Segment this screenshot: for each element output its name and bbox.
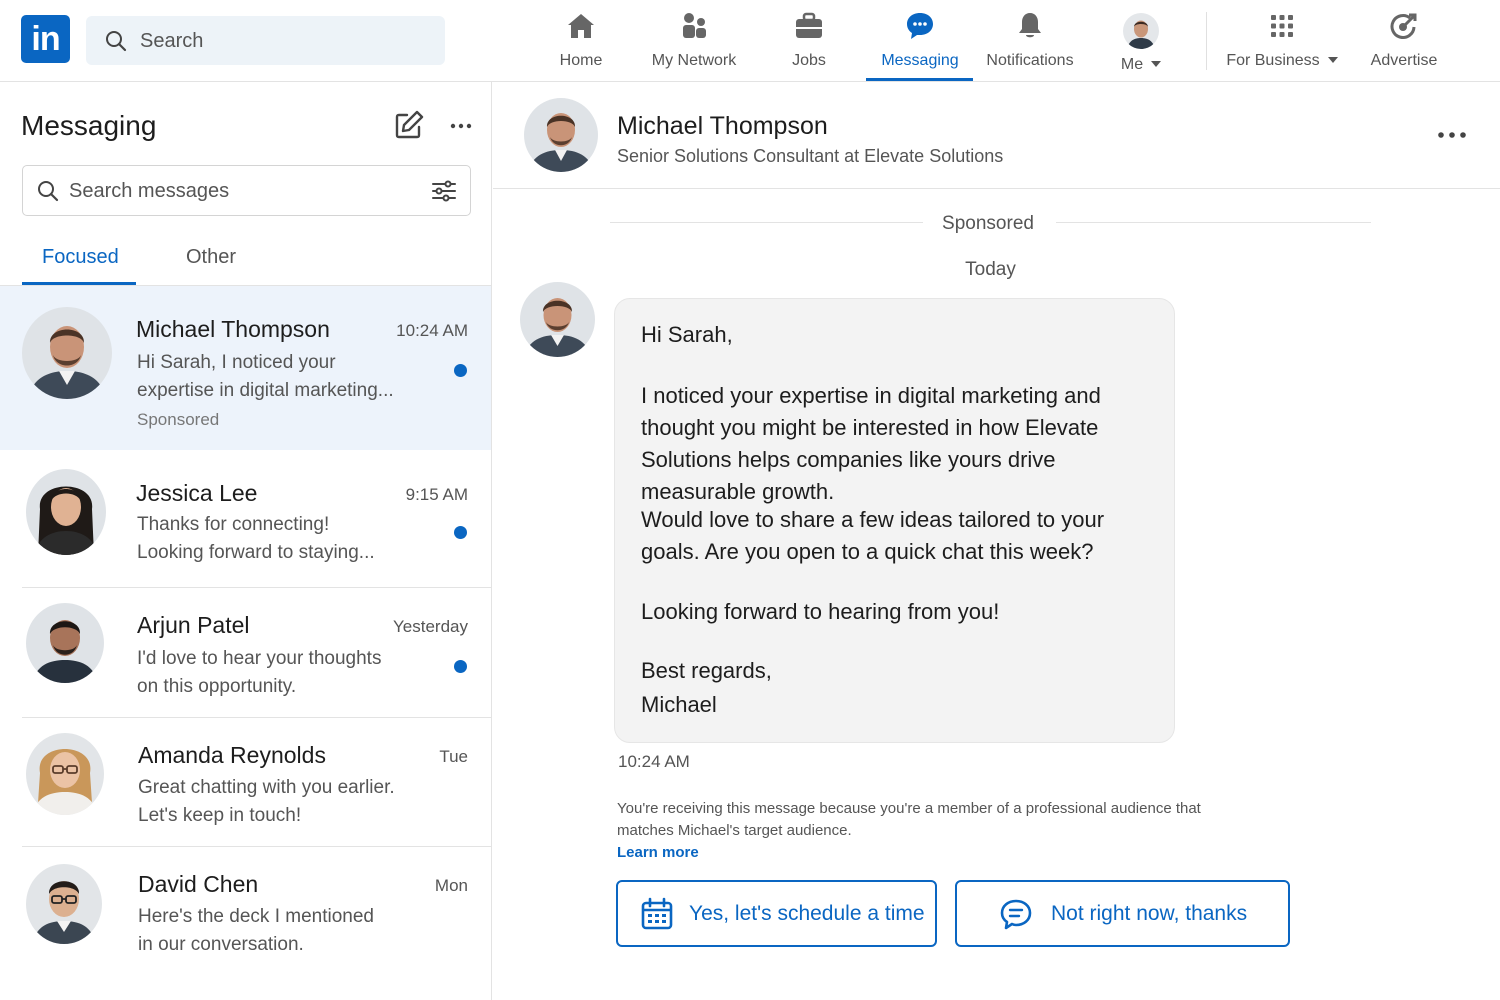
messaging-icon	[907, 13, 933, 39]
global-search-input[interactable]: Search	[86, 16, 445, 65]
avatar[interactable]	[520, 282, 595, 357]
network-icon	[683, 13, 706, 38]
nav-my-network-label: My Network	[651, 52, 737, 69]
avatar	[26, 469, 106, 555]
thread-header-divider	[493, 188, 1500, 189]
calendar-icon	[641, 897, 673, 930]
message-paragraph: I noticed your expertise in digital mark…	[641, 383, 1101, 504]
nav-jobs[interactable]: Jobs	[787, 10, 831, 82]
learn-more-link[interactable]: Learn more	[617, 844, 699, 861]
conversation-name: Amanda Reynolds	[138, 742, 326, 768]
conversation-item-amanda-reynolds[interactable]: Amanda Reynolds Tue Great chatting with …	[0, 718, 491, 847]
conversation-item-jessica-lee[interactable]: Jessica Lee 9:15 AM Thanks for connectin…	[0, 451, 491, 588]
message-paragraph: Would love to share a few ideas tailored…	[641, 507, 1105, 564]
more-options-icon[interactable]	[449, 120, 473, 132]
chat-bubble-icon	[1000, 899, 1032, 930]
date-label: Today	[965, 259, 1016, 280]
conversation-name: Michael Thompson	[136, 316, 330, 342]
linkedin-logo[interactable]: in	[21, 15, 70, 63]
conversation-name: Arjun Patel	[137, 612, 250, 638]
conversation-time: Tue	[439, 747, 468, 766]
nav-for-business[interactable]: For Business	[1226, 10, 1338, 82]
thread-contact-headline: Senior Solutions Consultant at Elevate S…	[617, 146, 1004, 166]
message-greeting: Hi Sarah,	[641, 322, 733, 347]
unread-indicator	[454, 660, 467, 673]
sponsored-label: Sponsored	[137, 410, 220, 429]
tab-other[interactable]: Other	[186, 246, 236, 269]
conversation-item-david-chen[interactable]: David Chen Mon Here's the deck I mention…	[0, 847, 491, 987]
unread-indicator	[454, 526, 467, 539]
advertise-icon	[1390, 13, 1417, 39]
compose-message-icon[interactable]	[393, 109, 425, 141]
not-now-button[interactable]: Not right now, thanks	[955, 880, 1290, 947]
nav-divider	[1206, 12, 1207, 70]
nav-jobs-label: Jobs	[792, 52, 826, 69]
nav-my-network[interactable]: My Network	[648, 10, 740, 82]
avatar	[1123, 13, 1159, 49]
conversation-name: David Chen	[138, 871, 259, 897]
message-signoff: Best regards,	[641, 658, 772, 683]
messaging-title: Messaging	[21, 110, 157, 141]
briefcase-icon	[796, 12, 822, 38]
conversation-time: 10:24 AM	[396, 321, 468, 340]
sponsored-label: Sponsored	[942, 213, 1034, 234]
tab-focused[interactable]: Focused	[42, 246, 119, 269]
unread-indicator	[454, 364, 467, 377]
thread-contact-name[interactable]: Michael Thompson	[617, 112, 828, 141]
schedule-time-label: Yes, let's schedule a time	[689, 902, 925, 925]
more-options-icon[interactable]	[1437, 130, 1467, 140]
filter-icon[interactable]	[431, 179, 457, 203]
nav-messaging[interactable]: Messaging	[874, 10, 966, 82]
divider-line	[1056, 222, 1371, 223]
conversation-item-michael-thompson[interactable]: Michael Thompson 10:24 AM Hi Sarah, I no…	[0, 286, 491, 450]
search-icon	[106, 31, 127, 52]
message-timestamp: 10:24 AM	[618, 752, 690, 771]
nav-advertise[interactable]: Advertise	[1369, 10, 1439, 82]
bell-icon	[1019, 13, 1041, 38]
conversation-item-arjun-patel[interactable]: Arjun Patel Yesterday I'd love to hear y…	[0, 588, 491, 718]
divider-line	[610, 222, 923, 223]
message-thread-panel: Michael Thompson Senior Solutions Consul…	[493, 82, 1500, 1000]
conversation-time: Mon	[434, 876, 468, 895]
conversation-list-panel: Messaging Search messages Focused Other …	[0, 82, 492, 1000]
search-placeholder: Search	[140, 30, 204, 52]
conversation-time: Yesterday	[393, 617, 468, 636]
not-now-label: Not right now, thanks	[1051, 902, 1248, 925]
nav-me[interactable]: Me	[1115, 13, 1167, 85]
avatar	[26, 733, 104, 815]
sponsored-disclaimer: You're receiving this message because yo…	[617, 800, 1201, 839]
nav-advertise-label: Advertise	[1370, 52, 1438, 69]
conversation-preview: Great chatting with you earlier. Let's k…	[138, 777, 395, 826]
message-search-input[interactable]: Search messages	[22, 165, 471, 216]
message-signature: Michael	[641, 692, 717, 717]
grid-icon	[1271, 15, 1293, 37]
home-icon	[568, 14, 594, 38]
chevron-down-icon	[1327, 57, 1338, 63]
message-paragraph: Looking forward to hearing from you!	[641, 599, 1000, 624]
conversation-name: Jessica Lee	[136, 480, 258, 506]
nav-notifications[interactable]: Notifications	[985, 10, 1075, 82]
top-navigation: in Search Home My Network Jobs Messaging…	[0, 0, 1500, 82]
nav-home[interactable]: Home	[555, 10, 607, 82]
nav-for-business-label: For Business	[1226, 52, 1320, 69]
nav-messaging-label: Messaging	[881, 52, 959, 69]
avatar	[26, 603, 104, 683]
nav-home-label: Home	[559, 52, 603, 69]
chevron-down-icon	[1151, 61, 1162, 67]
conversation-preview: Hi Sarah, I noticed your expertise in di…	[137, 352, 394, 401]
nav-notifications-label: Notifications	[986, 52, 1074, 69]
conversation-preview: Thanks for connecting! Looking forward t…	[137, 514, 375, 563]
message-bubble: Hi Sarah, I noticed your expertise in di…	[614, 298, 1175, 743]
message-search-placeholder: Search messages	[69, 180, 230, 202]
schedule-time-button[interactable]: Yes, let's schedule a time	[616, 880, 937, 947]
conversation-preview: Here's the deck I mentioned in our conve…	[138, 906, 374, 955]
avatar	[22, 307, 112, 399]
avatar[interactable]	[524, 98, 598, 172]
search-icon	[38, 181, 59, 202]
conversation-preview: I'd love to hear your thoughts on this o…	[137, 648, 382, 697]
avatar	[26, 864, 102, 944]
nav-me-label: Me	[1120, 56, 1144, 73]
active-nav-indicator	[866, 78, 973, 81]
conversation-time: 9:15 AM	[405, 485, 468, 504]
